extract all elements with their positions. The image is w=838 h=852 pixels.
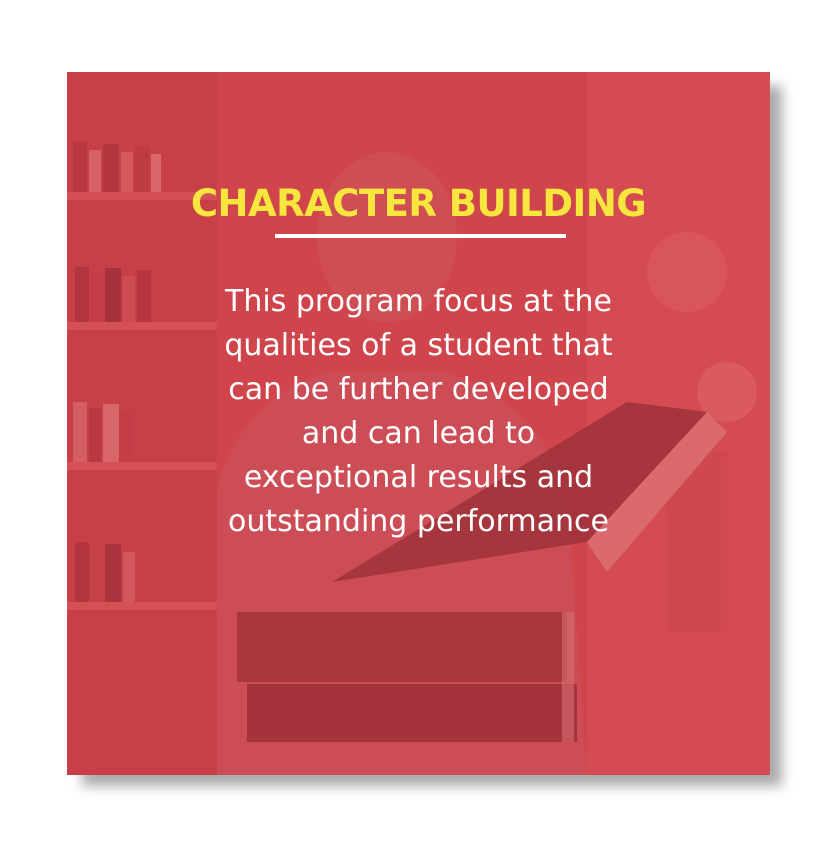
card-content: CHARACTER BUILDING This program focus at…: [67, 72, 770, 775]
card-title: CHARACTER BUILDING: [190, 182, 647, 225]
card-description: This program focus at the qualities of a…: [224, 284, 613, 539]
info-card: CHARACTER BUILDING This program focus at…: [67, 72, 770, 775]
title-divider: [275, 234, 566, 238]
